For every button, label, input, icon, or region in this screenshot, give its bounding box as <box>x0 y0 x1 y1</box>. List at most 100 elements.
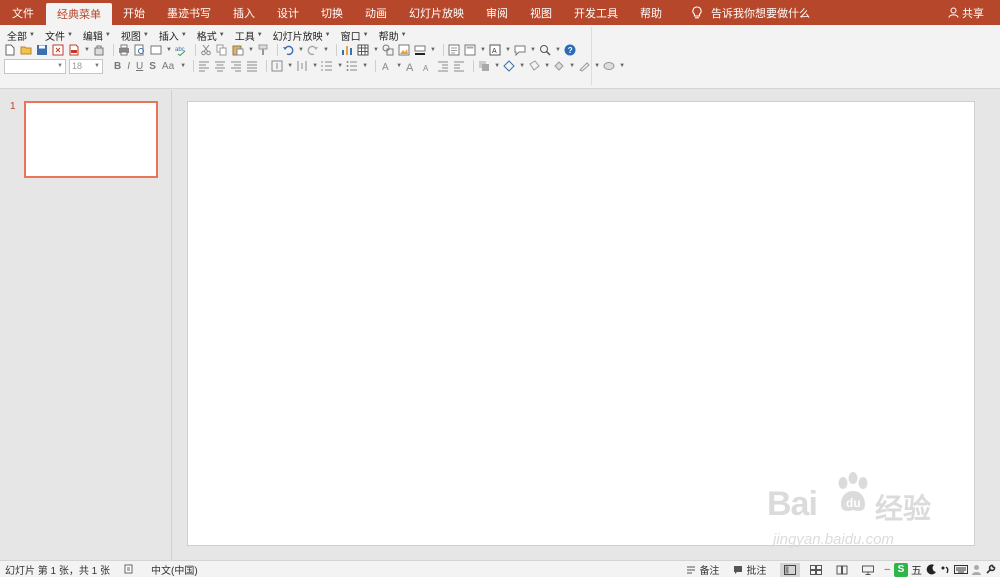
tab-animations[interactable]: 动画 <box>354 0 398 25</box>
page-setup-icon[interactable] <box>150 44 162 56</box>
menu-file[interactable]: 文件 ▼ <box>40 28 78 43</box>
chevron-down-icon[interactable]: ▼ <box>480 44 486 56</box>
chevron-down-icon[interactable]: ▼ <box>530 44 536 56</box>
tab-developer[interactable]: 开发工具 <box>563 0 629 25</box>
shrink-font-icon[interactable]: A <box>421 60 433 72</box>
chevron-down-icon[interactable]: ▼ <box>594 60 600 72</box>
picture-icon[interactable] <box>398 44 410 56</box>
reading-view-button[interactable] <box>832 563 852 577</box>
quick-styles-icon[interactable] <box>503 60 515 72</box>
chevron-down-icon[interactable]: ▼ <box>373 44 379 56</box>
menu-edit[interactable]: 编辑 ▼ <box>78 28 116 43</box>
chevron-down-icon[interactable]: ▼ <box>287 60 293 72</box>
tab-view[interactable]: 视图 <box>519 0 563 25</box>
font-box-icon[interactable]: A <box>489 44 501 56</box>
shape-outline-icon[interactable] <box>578 60 590 72</box>
new-document-icon[interactable] <box>4 44 16 56</box>
align-text-icon[interactable] <box>296 60 308 72</box>
tell-me-box[interactable]: 告诉我你想要做什么 <box>673 0 810 25</box>
chevron-down-icon[interactable]: ▼ <box>298 44 304 56</box>
zoom-icon[interactable] <box>539 44 551 56</box>
menu-view[interactable]: 视图 ▼ <box>116 28 154 43</box>
tab-classic-menu[interactable]: 经典菜单 <box>46 3 112 25</box>
comment-icon[interactable] <box>514 44 526 56</box>
chevron-down-icon[interactable]: ▼ <box>569 60 575 72</box>
chevron-down-icon[interactable]: ▼ <box>312 60 318 72</box>
layout-icon[interactable] <box>464 44 476 56</box>
chevron-down-icon[interactable]: ▼ <box>544 60 550 72</box>
zoom-out-button[interactable]: – <box>884 564 890 575</box>
tab-ink[interactable]: 墨迹书写 <box>156 0 222 25</box>
shapes-icon[interactable] <box>382 44 394 56</box>
shape-effects-icon[interactable] <box>603 60 615 72</box>
help-icon[interactable]: ? <box>564 44 576 56</box>
format-painter-icon[interactable] <box>257 44 269 56</box>
chevron-down-icon[interactable]: ▼ <box>180 60 186 72</box>
chevron-down-icon[interactable]: ▼ <box>494 60 500 72</box>
font-color-icon[interactable]: A <box>380 60 392 72</box>
menu-help[interactable]: 帮助 ▼ <box>374 28 412 43</box>
share-button[interactable]: 共享 <box>948 0 984 25</box>
bold-button[interactable]: B <box>114 61 121 72</box>
tab-review[interactable]: 审阅 <box>475 0 519 25</box>
strikethrough-button[interactable]: S <box>149 61 156 72</box>
open-folder-icon[interactable] <box>20 44 32 56</box>
chevron-down-icon[interactable]: ▼ <box>519 60 525 72</box>
spelling-icon[interactable]: abc <box>175 44 187 56</box>
chevron-down-icon[interactable]: ▼ <box>362 60 368 72</box>
paste-icon[interactable] <box>232 44 244 56</box>
menu-format[interactable]: 格式 ▼ <box>192 28 230 43</box>
moon-icon[interactable] <box>926 564 937 575</box>
chevron-down-icon[interactable]: ▼ <box>396 60 402 72</box>
align-center-icon[interactable] <box>214 60 226 72</box>
print-preview-icon[interactable] <box>134 44 146 56</box>
close-document-icon[interactable] <box>52 44 64 56</box>
chevron-down-icon[interactable]: ▼ <box>57 63 63 69</box>
bullets-icon[interactable] <box>346 60 358 72</box>
change-case-button[interactable]: Aa <box>162 61 174 72</box>
tab-home[interactable]: 开始 <box>112 0 156 25</box>
align-right-icon[interactable] <box>230 60 242 72</box>
align-left-icon[interactable] <box>198 60 210 72</box>
menu-window[interactable]: 窗口 ▼ <box>336 28 374 43</box>
chevron-down-icon[interactable]: ▼ <box>430 44 436 56</box>
chevron-down-icon[interactable]: ▼ <box>555 44 561 56</box>
redo-icon[interactable] <box>307 44 319 56</box>
text-box-icon[interactable] <box>448 44 460 56</box>
save-icon[interactable] <box>36 44 48 56</box>
underline-button[interactable]: U <box>136 61 143 72</box>
chevron-down-icon[interactable]: ▼ <box>323 44 329 56</box>
chevron-down-icon[interactable]: ▼ <box>166 44 172 56</box>
chevron-down-icon[interactable]: ▼ <box>248 44 254 56</box>
permission-icon[interactable] <box>93 44 105 56</box>
wrench-icon[interactable] <box>985 564 996 575</box>
ime-logo-icon[interactable]: S <box>894 562 908 577</box>
menu-insert[interactable]: 插入 ▼ <box>154 28 192 43</box>
punctuation-icon[interactable] <box>940 564 951 575</box>
chevron-down-icon[interactable]: ▼ <box>84 44 90 56</box>
comments-button[interactable]: 批注 <box>733 562 766 577</box>
chart-icon[interactable] <box>341 44 353 56</box>
shape-fill-icon[interactable] <box>528 60 540 72</box>
paint-bucket-icon[interactable] <box>553 60 565 72</box>
text-direction-icon[interactable] <box>271 60 283 72</box>
menu-tools[interactable]: 工具 ▼ <box>230 28 268 43</box>
numbering-icon[interactable] <box>321 60 333 72</box>
italic-button[interactable]: I <box>127 61 130 72</box>
justify-icon[interactable] <box>246 60 258 72</box>
keyboard-icon[interactable] <box>954 564 968 575</box>
chevron-down-icon[interactable]: ▼ <box>619 60 625 72</box>
language-indicator[interactable]: 中文(中国) <box>151 562 198 577</box>
tab-slideshow[interactable]: 幻灯片放映 <box>398 0 475 25</box>
increase-indent-icon[interactable] <box>453 60 465 72</box>
slideshow-button[interactable] <box>858 563 878 577</box>
grow-font-icon[interactable]: A <box>405 60 417 72</box>
user-icon[interactable] <box>971 564 982 575</box>
arrange-icon[interactable] <box>478 60 490 72</box>
chevron-down-icon[interactable]: ▼ <box>337 60 343 72</box>
menu-all[interactable]: 全部 ▼ <box>2 28 40 43</box>
decrease-indent-icon[interactable] <box>437 60 449 72</box>
table-icon[interactable] <box>357 44 369 56</box>
menu-slideshow[interactable]: 幻灯片放映 ▼ <box>268 28 336 43</box>
accessibility-check-icon[interactable] <box>124 564 134 574</box>
